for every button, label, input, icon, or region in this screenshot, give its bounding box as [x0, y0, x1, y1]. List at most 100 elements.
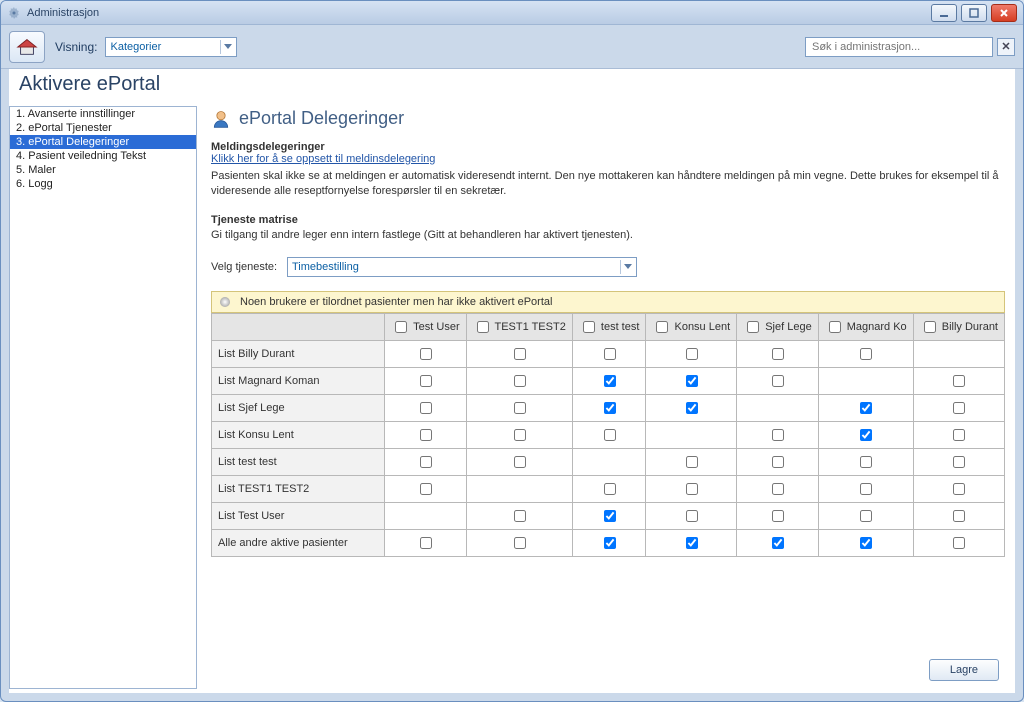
view-combo[interactable]: Kategorier — [105, 37, 237, 57]
matrix-cell-checkbox-6-6[interactable] — [953, 510, 965, 522]
matrix-cell-checkbox-5-6[interactable] — [953, 483, 965, 495]
matrix-cell-checkbox-7-2[interactable] — [604, 537, 616, 549]
matrix-cell-checkbox-1-2[interactable] — [604, 375, 616, 387]
sidebar-item-4[interactable]: 5. Maler — [10, 163, 196, 177]
matrix-cell-checkbox-4-1[interactable] — [514, 456, 526, 468]
matrix-col-header-checkbox-4[interactable] — [747, 321, 759, 333]
matrix-cell-2-5 — [818, 395, 913, 422]
matrix-cell-checkbox-4-4[interactable] — [772, 456, 784, 468]
matrix-cell-checkbox-7-0[interactable] — [420, 537, 432, 549]
matrix-col-header-3: Konsu Lent — [646, 314, 737, 341]
matrix-cell-7-5 — [818, 530, 913, 557]
matrix-cell-checkbox-6-1[interactable] — [514, 510, 526, 522]
matrix-cell-checkbox-7-6[interactable] — [953, 537, 965, 549]
sidebar-item-1[interactable]: 2. ePortal Tjenester — [10, 121, 196, 135]
matrix-col-header-checkbox-0[interactable] — [395, 321, 407, 333]
matrix-cell-checkbox-7-5[interactable] — [860, 537, 872, 549]
matrix-cell-checkbox-4-5[interactable] — [860, 456, 872, 468]
matrix-row-label-5: List TEST1 TEST2 — [212, 476, 385, 503]
matrise-subhead: Tjeneste matrise — [211, 214, 1005, 226]
matrix-cell-checkbox-5-3[interactable] — [686, 483, 698, 495]
sidebar-item-0[interactable]: 1. Avanserte innstillinger — [10, 107, 196, 121]
matrix-cell-6-2 — [572, 503, 646, 530]
matrix-body-wrapper — [211, 557, 1005, 649]
matrix-cell-6-5 — [818, 503, 913, 530]
matrix-cell-checkbox-4-0[interactable] — [420, 456, 432, 468]
matrix-col-header-checkbox-6[interactable] — [924, 321, 936, 333]
matrix-cell-4-2 — [572, 449, 646, 476]
chevron-down-icon — [620, 260, 634, 274]
matrix-cell-checkbox-1-1[interactable] — [514, 375, 526, 387]
matrix-cell-checkbox-3-6[interactable] — [953, 429, 965, 441]
section-heading-text: ePortal Delegeringer — [239, 108, 404, 129]
matrix-cell-checkbox-6-5[interactable] — [860, 510, 872, 522]
matrix-cell-checkbox-6-2[interactable] — [604, 510, 616, 522]
service-combo[interactable]: Timebestilling — [287, 257, 637, 277]
matrix-col-header-label-4: Sjef Lege — [765, 321, 811, 333]
matrix-cell-checkbox-2-2[interactable] — [604, 402, 616, 414]
matrix-cell-checkbox-0-0[interactable] — [420, 348, 432, 360]
sidebar-item-2[interactable]: 3. ePortal Delegeringer — [10, 135, 196, 149]
matrix-cell-4-6 — [913, 449, 1004, 476]
save-button[interactable]: Lagre — [929, 659, 999, 681]
matrix-cell-1-3 — [646, 368, 737, 395]
matrix-cell-checkbox-6-4[interactable] — [772, 510, 784, 522]
page-title-bar: Aktivere ePortal — [9, 69, 1015, 102]
matrix-cell-checkbox-6-3[interactable] — [686, 510, 698, 522]
matrix-cell-checkbox-5-2[interactable] — [604, 483, 616, 495]
matrix-cell-checkbox-2-0[interactable] — [420, 402, 432, 414]
matrix-cell-checkbox-3-4[interactable] — [772, 429, 784, 441]
matrix-cell-checkbox-4-3[interactable] — [686, 456, 698, 468]
matrix-cell-checkbox-2-5[interactable] — [860, 402, 872, 414]
matrix-cell-checkbox-1-4[interactable] — [772, 375, 784, 387]
matrix-cell-checkbox-7-3[interactable] — [686, 537, 698, 549]
matrix-cell-0-3 — [646, 341, 737, 368]
matrix-cell-3-0 — [385, 422, 466, 449]
search-input[interactable] — [810, 40, 988, 54]
matrix-col-header-checkbox-2[interactable] — [583, 321, 595, 333]
matrix-cell-checkbox-2-6[interactable] — [953, 402, 965, 414]
sidebar-item-3[interactable]: 4. Pasient veiledning Tekst — [10, 149, 196, 163]
matrix-cell-checkbox-7-1[interactable] — [514, 537, 526, 549]
matrix-cell-checkbox-3-5[interactable] — [860, 429, 872, 441]
matrix-cell-checkbox-0-5[interactable] — [860, 348, 872, 360]
matrix-cell-checkbox-5-0[interactable] — [420, 483, 432, 495]
matrix-cell-checkbox-1-6[interactable] — [953, 375, 965, 387]
matrix-cell-checkbox-0-1[interactable] — [514, 348, 526, 360]
matrix-cell-checkbox-4-6[interactable] — [953, 456, 965, 468]
matrix-cell-checkbox-3-2[interactable] — [604, 429, 616, 441]
home-button[interactable] — [9, 31, 45, 63]
maximize-button[interactable] — [961, 4, 987, 22]
matrix-col-header-checkbox-5[interactable] — [829, 321, 841, 333]
search-box[interactable] — [805, 37, 993, 57]
matrix-cell-checkbox-3-1[interactable] — [514, 429, 526, 441]
app-window: Administrasjon Visning: Kategorier ✕ — [0, 0, 1024, 702]
matrix-cell-checkbox-2-3[interactable] — [686, 402, 698, 414]
close-button[interactable] — [991, 4, 1017, 22]
matrix-row-label-4: List test test — [212, 449, 385, 476]
meldings-subhead: Meldingsdelegeringer — [211, 141, 1005, 153]
matrix-col-header-checkbox-3[interactable] — [656, 321, 668, 333]
matrix-col-header-1: TEST1 TEST2 — [466, 314, 572, 341]
matrix-cell-checkbox-5-4[interactable] — [772, 483, 784, 495]
search-clear-button[interactable]: ✕ — [997, 38, 1015, 56]
minimize-button[interactable] — [931, 4, 957, 22]
matrix-cell-checkbox-2-1[interactable] — [514, 402, 526, 414]
matrix-col-header-checkbox-1[interactable] — [477, 321, 489, 333]
meldings-link[interactable]: Klikk her for å se oppsett til meldinsde… — [211, 153, 1005, 165]
matrix-cell-checkbox-1-0[interactable] — [420, 375, 432, 387]
matrix-cell-checkbox-1-3[interactable] — [686, 375, 698, 387]
user-icon — [211, 109, 231, 129]
matrix-cell-checkbox-0-3[interactable] — [686, 348, 698, 360]
matrix-cell-checkbox-3-0[interactable] — [420, 429, 432, 441]
matrix-cell-6-4 — [737, 503, 819, 530]
matrix-cell-checkbox-5-5[interactable] — [860, 483, 872, 495]
matrix-cell-checkbox-7-4[interactable] — [772, 537, 784, 549]
matrix-cell-checkbox-0-2[interactable] — [604, 348, 616, 360]
gear-icon — [7, 6, 21, 20]
matrix-col-header-label-1: TEST1 TEST2 — [495, 321, 566, 333]
matrix-cell-3-2 — [572, 422, 646, 449]
sidebar-item-5[interactable]: 6. Logg — [10, 177, 196, 191]
matrix-cell-checkbox-0-4[interactable] — [772, 348, 784, 360]
service-select-label: Velg tjeneste: — [211, 261, 287, 273]
